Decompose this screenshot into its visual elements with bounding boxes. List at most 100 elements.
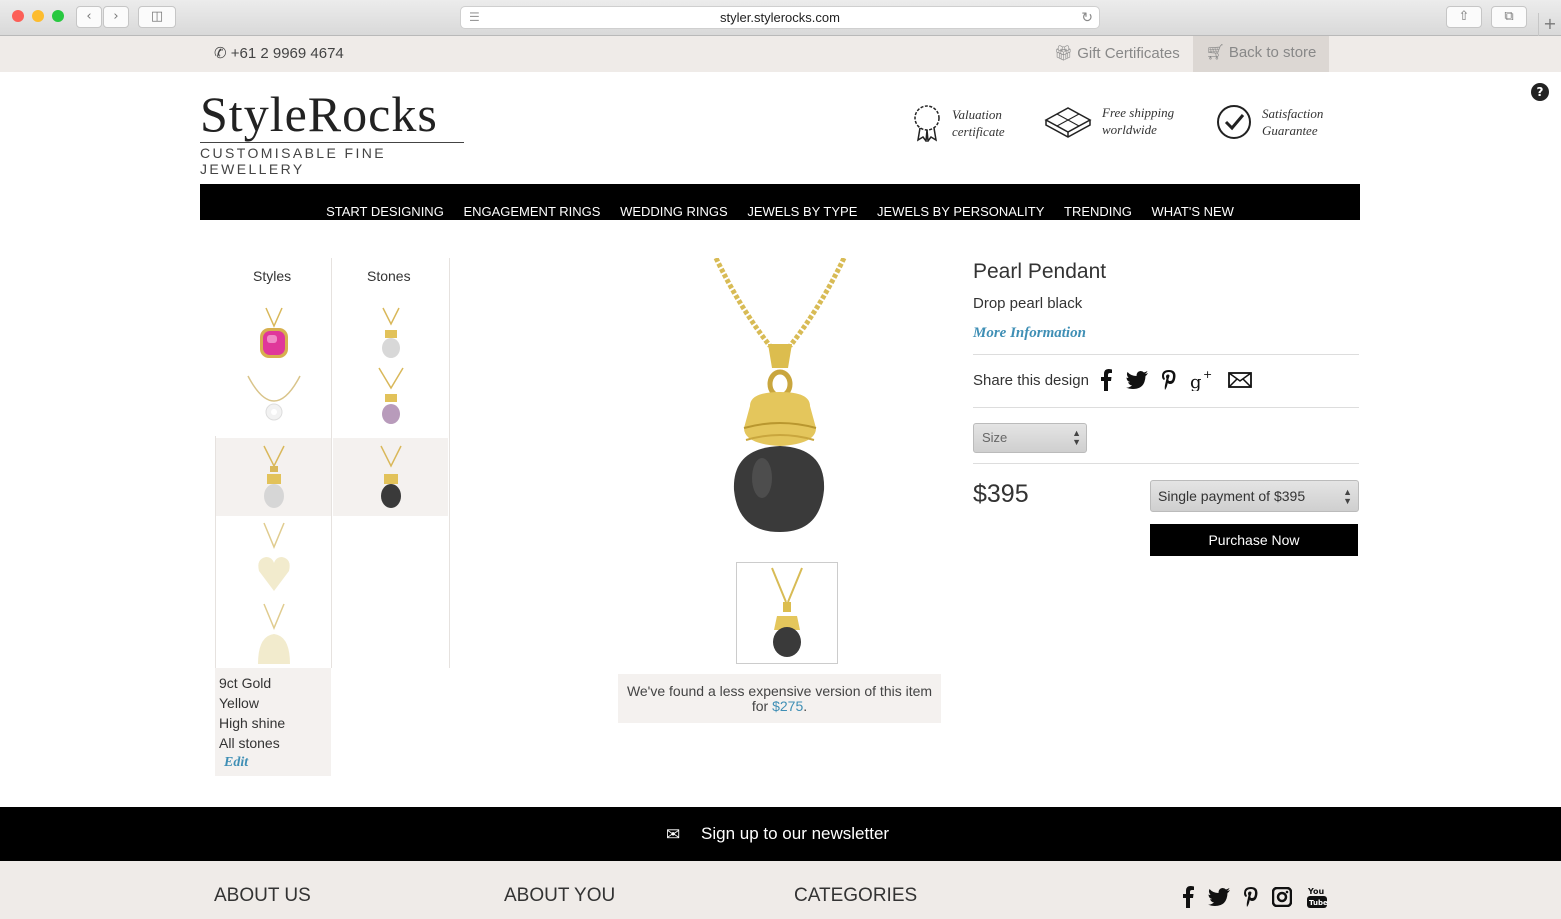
instagram-icon[interactable]	[1272, 887, 1292, 907]
stone-option-black-pearl[interactable]	[333, 438, 448, 516]
product-thumbnail[interactable]	[736, 562, 838, 664]
select-arrows-icon: ▲ ▼	[1072, 428, 1081, 447]
product-title: Pearl Pendant	[973, 260, 1107, 283]
pendant-thumbnail	[257, 603, 290, 664]
select-arrows-icon: ▲ ▼	[1343, 487, 1352, 506]
address-bar[interactable]: ☰ styler.stylerocks.com ↻	[460, 6, 1100, 29]
facebook-icon[interactable]	[1100, 369, 1112, 391]
pearl-pendant-thumbnail	[771, 567, 803, 657]
svg-text:You: You	[1307, 887, 1325, 896]
logo-tagline: CUSTOMISABLE FINE JEWELLERY	[200, 142, 464, 177]
badge-line: Guarantee	[1262, 123, 1318, 138]
forward-arrow-icon[interactable]: ›	[103, 6, 129, 28]
pendant-thumbnail	[379, 445, 402, 508]
summary-stones: All stones	[219, 735, 280, 751]
pendant-thumbnail	[377, 367, 404, 424]
styles-heading: Styles	[253, 268, 292, 284]
help-icon[interactable]: ?	[1531, 83, 1549, 101]
google-plus-icon[interactable]: g +	[1190, 369, 1214, 391]
nav-jewels-by-type[interactable]: JEWELS BY TYPE	[747, 204, 857, 219]
product-price: $395	[973, 480, 1029, 508]
style-option-half-moon[interactable]	[216, 596, 331, 674]
tabs-overview-icon[interactable]: ⧉	[1491, 6, 1527, 28]
back-arrow-icon[interactable]: ‹	[76, 6, 102, 28]
gift-icon: 🎁︎	[1054, 45, 1074, 62]
nav-whats-new[interactable]: WHAT'S NEW	[1152, 204, 1234, 219]
stones-heading: Stones	[367, 268, 411, 284]
check-circle-icon	[1217, 105, 1251, 139]
email-icon[interactable]	[1228, 372, 1252, 388]
style-option-pearl-drop[interactable]	[216, 438, 331, 516]
pendant-thumbnail	[381, 307, 400, 358]
nav-jewels-by-personality[interactable]: JEWELS BY PERSONALITY	[877, 204, 1044, 219]
badge-valuation: Valuation certificate	[912, 104, 1005, 142]
svg-text:Tube: Tube	[1309, 899, 1328, 907]
gift-box-icon	[1044, 107, 1092, 138]
product-image[interactable]	[700, 256, 860, 538]
size-select-label: Size	[982, 430, 1008, 445]
zoom-window-button[interactable]	[52, 10, 64, 22]
nav-start-designing[interactable]: START DESIGNING	[326, 204, 444, 219]
badge-line: Satisfaction	[1262, 106, 1324, 121]
back-to-store-link[interactable]: 🛒︎ Back to store	[1193, 36, 1329, 72]
pinterest-icon[interactable]	[1162, 370, 1176, 390]
badge-shipping: Free shipping worldwide	[1044, 104, 1174, 138]
nav-engagement-rings[interactable]: ENGAGEMENT RINGS	[463, 204, 600, 219]
reload-icon[interactable]: ↻	[1081, 7, 1093, 28]
stone-option-pink-pearl[interactable]	[333, 358, 448, 436]
share-icon[interactable]: ⇧	[1446, 6, 1482, 28]
top-bar: ✆ +61 2 9969 4674 🎁︎ Gift Certificates 🛒…	[0, 36, 1561, 72]
back-to-store-label: Back to store	[1228, 44, 1317, 61]
footer-about-us[interactable]: ABOUT US	[214, 885, 311, 907]
twitter-icon[interactable]	[1126, 371, 1148, 389]
style-option-solitaire[interactable]	[216, 358, 331, 436]
edit-link[interactable]: Edit	[219, 753, 327, 773]
badge-line: Valuation	[952, 107, 1002, 122]
footer-about-you[interactable]: ABOUT YOU	[504, 885, 615, 907]
product-variant: Drop pearl black	[973, 295, 1083, 312]
pendant-thumbnail	[257, 522, 290, 591]
selection-summary: 9ct Gold Yellow High shine All stones Ed…	[215, 668, 331, 776]
column-divider	[331, 258, 332, 668]
minimize-window-button[interactable]	[32, 10, 44, 22]
youtube-icon[interactable]: You Tube	[1306, 885, 1328, 909]
new-tab-icon[interactable]: +	[1538, 13, 1561, 36]
pendant-thumbnail	[259, 307, 288, 358]
cheaper-price-link[interactable]: $275	[772, 698, 803, 714]
nav-trending[interactable]: TRENDING	[1064, 204, 1132, 219]
nav-wedding-rings[interactable]: WEDDING RINGS	[620, 204, 728, 219]
logo[interactable]: StyleRocks CUSTOMISABLE FINE JEWELLERY	[200, 88, 464, 177]
payment-option-select[interactable]: Single payment of $395 ▲ ▼	[1150, 480, 1359, 512]
sidebar-toggle-icon[interactable]: ◫	[138, 6, 176, 28]
cheaper-text-end: .	[803, 698, 808, 714]
facebook-icon[interactable]	[1182, 886, 1194, 908]
gift-certificates-link[interactable]: 🎁︎ Gift Certificates	[1054, 44, 1180, 62]
footer-categories[interactable]: CATEGORIES	[794, 885, 917, 907]
twitter-icon[interactable]	[1208, 888, 1230, 906]
newsletter-label: Sign up to our newsletter	[701, 824, 890, 843]
browser-toolbar: ‹ › ◫ ☰ styler.stylerocks.com ↻ ⇧ ⧉ +	[0, 0, 1561, 36]
cart-icon: 🛒︎	[1205, 44, 1225, 61]
size-select[interactable]: Size ▲ ▼	[973, 423, 1087, 453]
summary-colour: Yellow	[219, 695, 259, 711]
summary-finish: High shine	[219, 715, 286, 731]
more-information-link[interactable]: More Information	[973, 325, 1086, 342]
pinterest-icon[interactable]	[1244, 887, 1258, 907]
newsletter-bar[interactable]: ✉ Sign up to our newsletter	[0, 807, 1561, 861]
divider	[973, 354, 1359, 355]
phone-link[interactable]: ✆ +61 2 9969 4674	[214, 44, 344, 62]
payment-option-label: Single payment of $395	[1158, 488, 1306, 504]
footer: ABOUT US ABOUT YOU CATEGORIES You Tube	[0, 861, 1561, 919]
close-window-button[interactable]	[12, 10, 24, 22]
summary-metal: 9ct Gold	[219, 675, 272, 691]
footer-social-icons: You Tube	[1182, 885, 1328, 909]
phone-icon: ✆	[214, 45, 227, 62]
reader-icon[interactable]: ☰	[469, 7, 480, 28]
share-icons: g +	[1100, 369, 1252, 391]
gift-certificates-label: Gift Certificates	[1077, 45, 1180, 62]
badge-line: Free shipping	[1102, 105, 1175, 120]
svg-text:+: +	[1203, 369, 1212, 381]
style-option-heart[interactable]	[216, 518, 331, 596]
badge-line: worldwide	[1102, 122, 1157, 137]
purchase-now-button[interactable]: Purchase Now	[1150, 524, 1358, 556]
